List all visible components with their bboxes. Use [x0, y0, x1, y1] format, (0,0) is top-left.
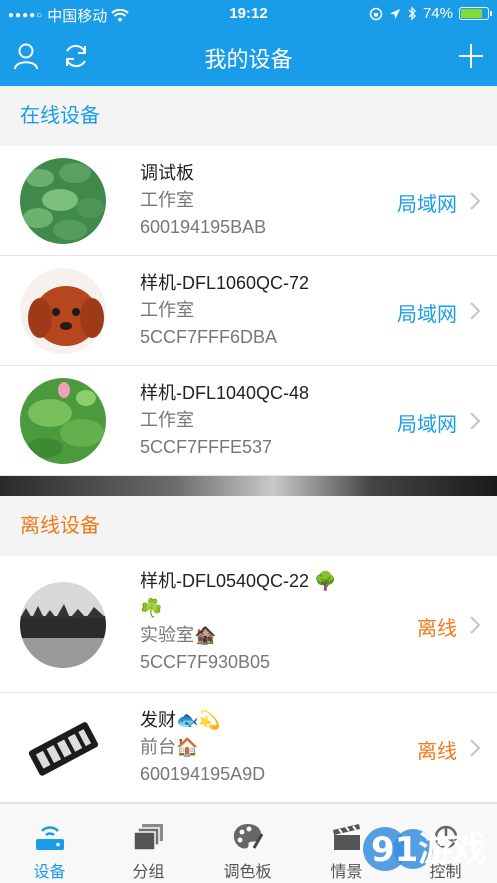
add-device-button[interactable]: [455, 40, 487, 72]
watermark-logo: 91游戏: [363, 827, 486, 871]
device-id: 600194195BAB: [140, 217, 267, 237]
device-location: 工作室: [140, 300, 194, 320]
battery-percent: 74%: [422, 5, 453, 22]
device-name: 发财🐟💫: [140, 710, 221, 730]
status-bar: ●●●●○ 中国移动 19:12 74%: [0, 0, 497, 28]
battery-icon: [459, 7, 492, 20]
device-id: 5CCF7FFFE537: [140, 437, 273, 457]
device-avatar: [20, 705, 106, 791]
location-icon: [389, 8, 400, 19]
device-status: 离线: [417, 741, 457, 763]
device-location: 工作室: [140, 190, 194, 210]
rotation-lock-icon: [369, 7, 383, 20]
device-status: 局域网: [397, 414, 457, 436]
device-status: 局域网: [397, 304, 457, 326]
device-row-offline-0[interactable]: 样机-DFL0540QC-22 🌳 ☘️ 实验室🏚️ 5CCF7F930B05 …: [0, 556, 497, 693]
stack-icon: [133, 824, 163, 851]
device-info: 样机-DFL0540QC-22 🌳 ☘️ 实验室🏚️ 5CCF7F930B05: [140, 568, 336, 676]
device-location: 工作室: [140, 410, 194, 430]
watermark-text: 91游戏: [371, 830, 486, 870]
chevron-right-icon: [470, 192, 481, 210]
chevron-right-icon: [470, 616, 481, 634]
device-location: 前台🏠: [140, 737, 199, 757]
nav-bar: 我的设备: [0, 28, 497, 86]
device-id: 600194195A9D: [140, 764, 266, 784]
tab-label: 分组: [132, 864, 165, 881]
device-row-online-1[interactable]: 样机-DFL1060QC-72 工作室 5CCF7FFF6DBA 局域网: [0, 256, 497, 366]
tab-label: 调色板: [223, 864, 272, 881]
tab-groups[interactable]: 分组: [99, 804, 198, 883]
device-avatar: [20, 582, 106, 668]
tab-palette[interactable]: 调色板: [198, 804, 297, 883]
device-avatar: [20, 158, 106, 244]
device-name-emoji: ☘️: [140, 598, 163, 618]
device-row-online-2[interactable]: 样机-DFL1040QC-48 工作室 5CCF7FFFE537 局域网: [0, 366, 497, 476]
device-info: 发财🐟💫 前台🏠 600194195A9D: [140, 707, 265, 788]
device-name: 样机-DFL1060QC-72: [140, 273, 310, 293]
device-name: 调试板: [140, 163, 194, 183]
chevron-right-icon: [470, 739, 481, 757]
device-info: 样机-DFL1060QC-72 工作室 5CCF7FFF6DBA: [140, 270, 309, 351]
device-avatar: [20, 268, 106, 354]
tab-label: 设备: [33, 864, 66, 881]
device-name: 样机-DFL0540QC-22 🌳: [140, 571, 337, 591]
tab-devices[interactable]: 设备: [0, 804, 99, 883]
online-section-header: 在线设备: [0, 86, 497, 146]
status-right-group: 74%: [369, 5, 492, 22]
device-id: 5CCF7FFF6DBA: [140, 327, 278, 347]
device-status: 局域网: [397, 194, 457, 216]
banner-strip: [0, 476, 497, 496]
device-id: 5CCF7F930B05: [140, 652, 271, 672]
device-name: 样机-DFL1040QC-48: [140, 383, 310, 403]
palette-icon: [233, 824, 264, 849]
page-title: 我的设备: [204, 47, 293, 72]
offline-section-header: 离线设备: [0, 496, 497, 556]
device-location: 实验室🏚️: [140, 625, 217, 645]
device-row-online-0[interactable]: 调试板 工作室 600194195BAB 局域网: [0, 146, 497, 256]
chevron-right-icon: [470, 412, 481, 430]
device-info: 样机-DFL1040QC-48 工作室 5CCF7FFFE537: [140, 380, 309, 461]
router-icon: [36, 826, 64, 850]
bluetooth-icon: [408, 6, 416, 21]
device-status: 离线: [417, 618, 457, 640]
device-avatar: [20, 378, 106, 464]
chevron-right-icon: [470, 302, 481, 320]
device-row-offline-1[interactable]: 发财🐟💫 前台🏠 600194195A9D 离线: [0, 693, 497, 803]
device-info: 调试板 工作室 600194195BAB: [140, 160, 266, 241]
